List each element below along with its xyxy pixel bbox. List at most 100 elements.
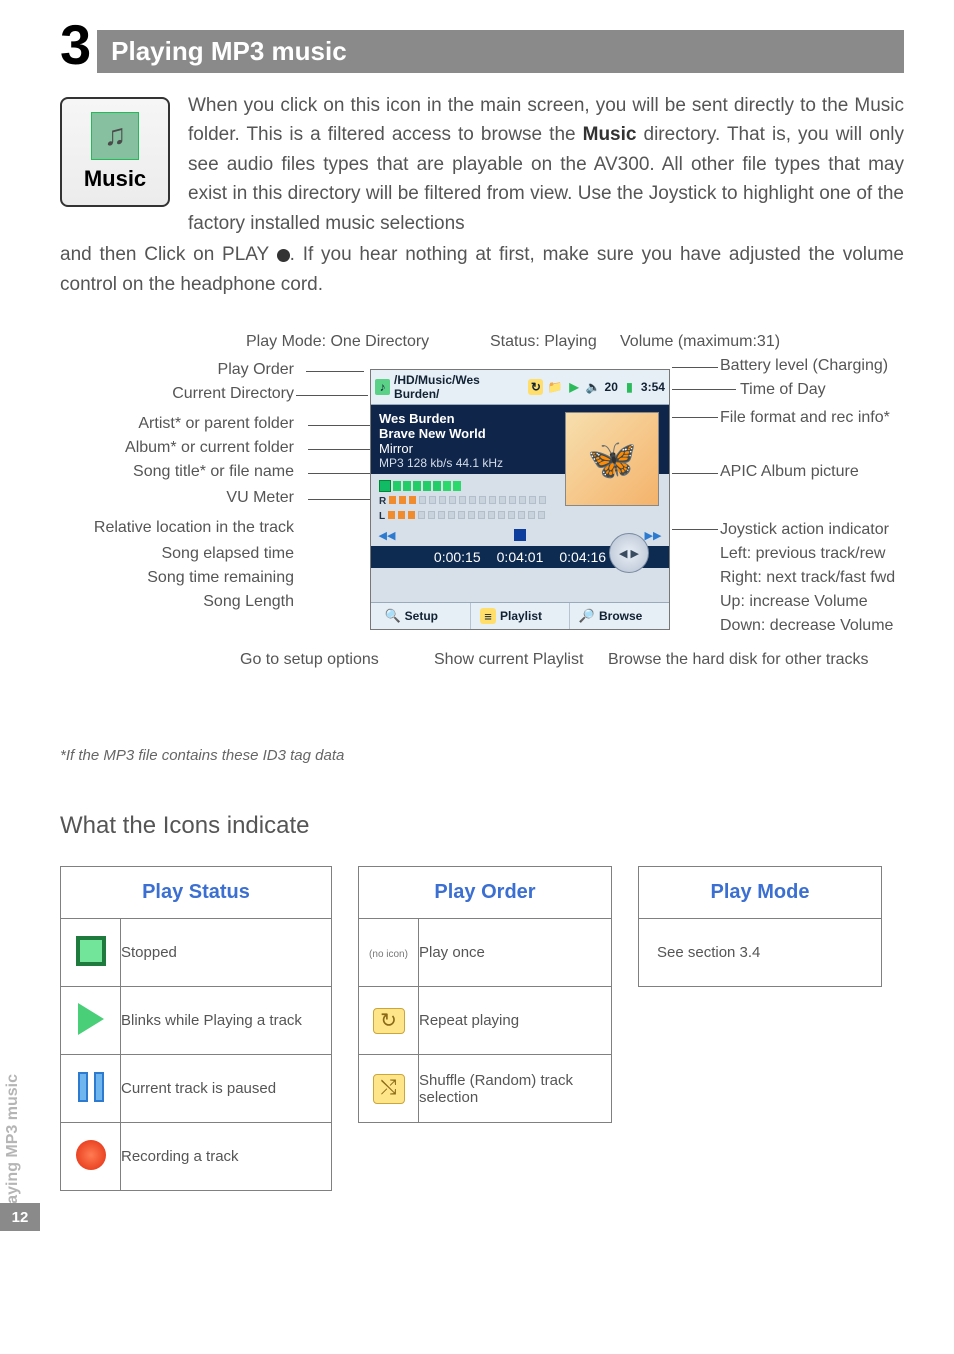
label-relative-loc: Relative location in the track <box>94 519 294 537</box>
table-play-status: Play Status Stopped Blinks while Playing… <box>60 866 332 1191</box>
tables-row: Play Status Stopped Blinks while Playing… <box>60 866 904 1191</box>
th-play-order: Play Order <box>359 867 612 919</box>
cell-play-mode: See section 3.4 <box>639 919 882 987</box>
table-row: Stopped <box>61 919 332 987</box>
label-elapsed: Song elapsed time <box>161 545 294 563</box>
label-clock: Time of Day <box>740 381 826 399</box>
cell-recording: Recording a track <box>121 1123 332 1191</box>
player-titlebar: ♪ /HD/Music/Wes Burden/ ↻ 📁 ▶ 🔈 20 ▮ 3:5… <box>371 370 669 405</box>
section-heading: What the Icons indicate <box>60 812 904 840</box>
label-file-format: File format and rec info* <box>720 409 890 427</box>
browse-icon: 🔎 <box>579 608 595 624</box>
play-status-icon: ▶ <box>566 379 581 395</box>
stop-icon <box>514 529 526 541</box>
side-tab: Playing MP3 music <box>0 1068 26 1225</box>
player-screenshot: ♪ /HD/Music/Wes Burden/ ↻ 📁 ▶ 🔈 20 ▮ 3:5… <box>370 369 670 630</box>
label-joy-left: Left: previous track/rew <box>720 545 885 563</box>
label-playlist: Show current Playlist <box>434 651 583 669</box>
cell-play-once: Play once <box>419 919 612 987</box>
record-icon <box>76 1140 106 1170</box>
menu-browse: 🔎 Browse <box>570 603 669 629</box>
cell-playing: Blinks while Playing a track <box>121 987 332 1055</box>
table-row: Recording a track <box>61 1123 332 1191</box>
cell-shuffle: Shuffle (Random) track selection <box>419 1055 612 1123</box>
shuffle-icon: ⤭ <box>373 1074 405 1104</box>
folder-icon: 📁 <box>547 379 562 395</box>
time-remaining: 0:04:01 <box>497 549 544 565</box>
label-battery: Battery level (Charging) <box>720 357 888 375</box>
th-play-status: Play Status <box>61 867 332 919</box>
label-vu: VU Meter <box>226 489 294 507</box>
album-art-icon: 🦋 <box>565 412 659 506</box>
speaker-icon: 🔈 <box>586 379 601 395</box>
cell-paused: Current track is paused <box>121 1055 332 1123</box>
label-length: Song Length <box>203 593 294 611</box>
joystick-indicator: ◀ ▶ <box>597 521 661 585</box>
pause-icon <box>78 1072 104 1102</box>
rewind-icon: ◀◀ <box>379 528 395 542</box>
label-joystick: Joystick action indicator <box>720 521 889 539</box>
playlist-icon: ≡ <box>480 608 496 624</box>
play-button-icon <box>277 249 290 262</box>
table-row: See section 3.4 <box>639 919 882 987</box>
music-note-icon: ♪ <box>375 379 390 395</box>
label-album-art: APIC Album picture <box>720 463 859 481</box>
music-app-icon: ♫ Music <box>60 97 170 207</box>
chapter-number: 3 <box>60 20 91 70</box>
label-volume: Volume (maximum:31) <box>620 333 780 351</box>
intro-cont-1: and then Click on PLAY <box>60 244 277 265</box>
stop-icon <box>76 936 106 966</box>
label-joy-down: Down: decrease Volume <box>720 617 893 635</box>
menu-playlist-label: Playlist <box>500 609 542 623</box>
time-elapsed: 0:00:15 <box>434 549 481 565</box>
label-artist: Artist* or parent folder <box>138 415 294 433</box>
label-remaining: Song time remaining <box>147 569 294 587</box>
label-setup: Go to setup options <box>240 651 379 669</box>
table-row: (no icon) Play once <box>359 919 612 987</box>
cell-repeat: Repeat playing <box>419 987 612 1055</box>
table-row: ↻ Repeat playing <box>359 987 612 1055</box>
magnifier-icon: 🔍 <box>385 608 401 624</box>
page-number: 12 <box>0 1203 40 1231</box>
menu-setup-label: Setup <box>405 609 438 623</box>
table-row: Blinks while Playing a track <box>61 987 332 1055</box>
label-joy-up: Up: increase Volume <box>720 593 868 611</box>
th-play-mode: Play Mode <box>639 867 882 919</box>
play-icon <box>78 1003 104 1039</box>
chapter-title: Playing MP3 music <box>97 30 904 73</box>
label-album: Album* or current folder <box>125 439 294 457</box>
no-icon-text: (no icon) <box>369 949 408 960</box>
label-current-directory: Current Directory <box>172 385 294 403</box>
table-play-mode: Play Mode See section 3.4 <box>638 866 882 987</box>
footnote: *If the MP3 file contains these ID3 tag … <box>60 747 904 764</box>
label-status: Status: Playing <box>490 333 597 351</box>
label-play-mode: Play Mode: One Directory <box>246 333 429 351</box>
music-icon-label: Music <box>84 166 146 192</box>
label-joy-right: Right: next track/fast fwd <box>720 569 895 587</box>
cell-stopped: Stopped <box>121 919 332 987</box>
menu-playlist: ≡ Playlist <box>471 603 571 629</box>
table-row: ⤭ Shuffle (Random) track selection <box>359 1055 612 1123</box>
player-diagram: Play Mode: One Directory Status: Playing… <box>60 329 904 709</box>
player-clock: 3:54 <box>641 380 665 394</box>
music-note-icon: ♫ <box>91 112 139 160</box>
menu-browse-label: Browse <box>599 609 642 623</box>
menu-row: 🔍 Setup ≡ Playlist 🔎 Browse <box>371 602 669 629</box>
player-volume: 20 <box>605 380 618 394</box>
table-row: Current track is paused <box>61 1055 332 1123</box>
joystick-icon: ◀ ▶ <box>609 533 649 573</box>
label-play-order: Play Order <box>218 361 294 379</box>
label-song-title: Song title* or file name <box>133 463 294 481</box>
repeat-icon: ↻ <box>528 379 543 395</box>
table-play-order: Play Order (no icon) Play once ↻ Repeat … <box>358 866 612 1123</box>
label-browse-disk: Browse the hard disk for other tracks <box>608 651 869 669</box>
chapter-header: 3 Playing MP3 music <box>60 30 904 73</box>
speaker-small-icon <box>379 480 391 492</box>
intro-paragraph-2: and then Click on PLAY . If you hear not… <box>60 240 904 299</box>
repeat-icon: ↻ <box>373 1008 405 1034</box>
player-path: /HD/Music/Wes Burden/ <box>394 373 520 401</box>
intro-bold: Music <box>583 124 637 145</box>
intro-paragraph: When you click on this icon in the main … <box>188 91 904 238</box>
menu-setup: 🔍 Setup <box>371 603 471 629</box>
battery-icon: ▮ <box>622 379 637 395</box>
